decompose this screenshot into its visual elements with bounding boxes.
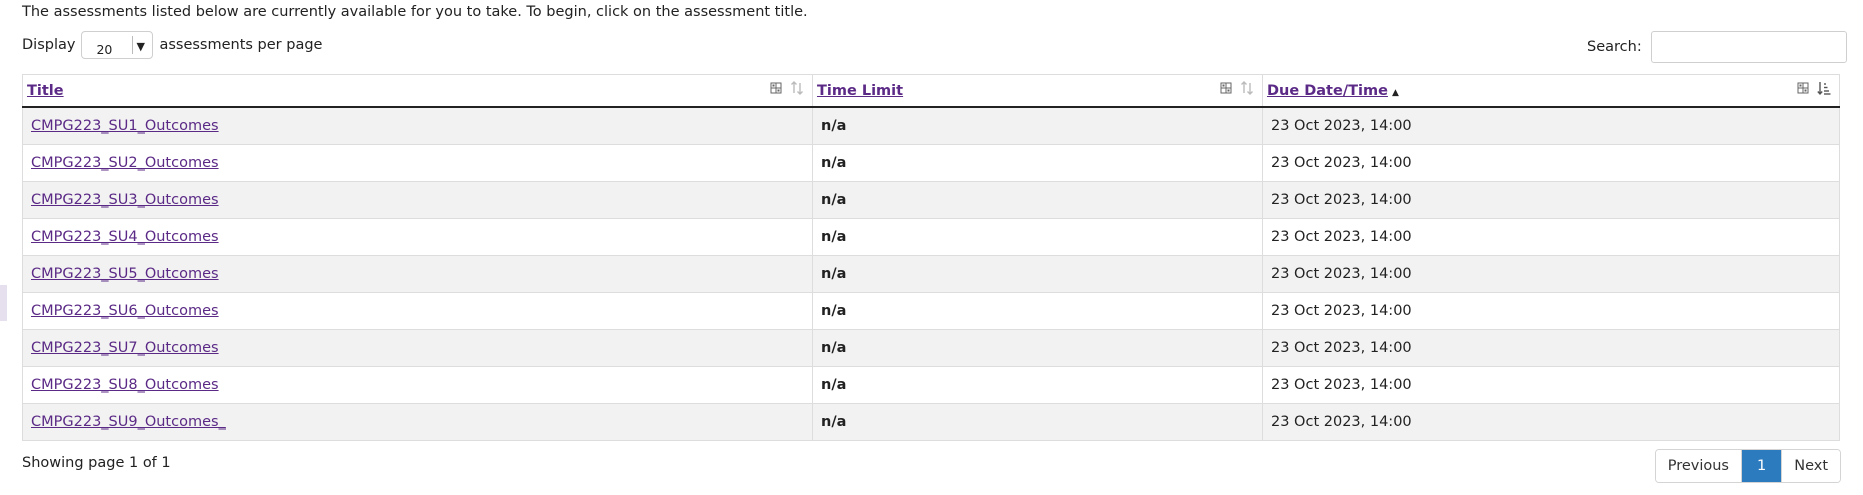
assessments-page: The assessments listed below are current…	[0, 0, 1863, 495]
column-toggle-icon[interactable]	[1220, 80, 1232, 100]
previous-page-button[interactable]: Previous	[1655, 450, 1741, 482]
assessment-title-link[interactable]: CMPG223_SU1_Outcomes	[31, 118, 219, 134]
time-limit-cell: n/a	[812, 366, 1263, 404]
header-icons	[770, 80, 804, 100]
per-page-label: assessments per page	[159, 37, 323, 53]
table-row: CMPG223_SU1_Outcomes n/a 23 Oct 2023, 14…	[22, 106, 1840, 145]
intro-text: The assessments listed below are current…	[22, 4, 808, 20]
search-input[interactable]	[1650, 31, 1847, 63]
column-toggle-icon[interactable]	[1797, 80, 1809, 100]
sort-updown-icon[interactable]	[790, 80, 804, 100]
title-cell: CMPG223_SU4_Outcomes	[22, 218, 813, 256]
time-limit-cell: n/a	[812, 218, 1263, 256]
table-row: CMPG223_SU9_Outcomes_ n/a 23 Oct 2023, 1…	[22, 403, 1840, 441]
due-date-cell: 23 Oct 2023, 14:00	[1262, 403, 1840, 441]
assessment-title-link[interactable]: CMPG223_SU4_Outcomes	[31, 229, 219, 245]
due-date-cell: 23 Oct 2023, 14:00	[1262, 218, 1840, 256]
title-cell: CMPG223_SU1_Outcomes	[22, 106, 813, 145]
table-row: CMPG223_SU4_Outcomes n/a 23 Oct 2023, 14…	[22, 218, 1840, 256]
assessment-title-link[interactable]: CMPG223_SU3_Outcomes	[31, 192, 219, 208]
time-limit-cell: n/a	[812, 329, 1263, 367]
due-date-cell: 23 Oct 2023, 14:00	[1262, 181, 1840, 219]
assessment-title-link[interactable]: CMPG223_SU7_Outcomes	[31, 340, 219, 356]
assessment-title-link[interactable]: CMPG223_SU2_Outcomes	[31, 155, 219, 171]
sort-updown-icon[interactable]	[1240, 80, 1254, 100]
sort-by-due-date-link[interactable]: Due Date/Time	[1267, 83, 1388, 99]
title-cell: CMPG223_SU7_Outcomes	[22, 329, 813, 367]
time-limit-cell: n/a	[812, 255, 1263, 293]
page-1-button[interactable]: 1	[1740, 450, 1783, 482]
table-header-row: Title Time Limit Due Date/Time ▲	[22, 74, 1840, 108]
header-icons	[1220, 80, 1254, 100]
title-cell: CMPG223_SU9_Outcomes_	[22, 403, 813, 441]
page-length-control: Display 20 ▼ assessments per page	[22, 30, 322, 60]
table-row: CMPG223_SU7_Outcomes n/a 23 Oct 2023, 14…	[22, 329, 1840, 367]
sort-by-time-limit-link[interactable]: Time Limit	[817, 83, 903, 99]
sort-ascending-indicator-icon: ▲	[1391, 87, 1399, 98]
time-limit-cell: n/a	[812, 181, 1263, 219]
showing-page-info: Showing page 1 of 1	[22, 455, 171, 471]
table-row: CMPG223_SU2_Outcomes n/a 23 Oct 2023, 14…	[22, 144, 1840, 182]
next-page-button[interactable]: Next	[1782, 450, 1840, 482]
column-header-title[interactable]: Title	[22, 74, 813, 108]
left-edge-marker	[0, 285, 7, 321]
title-cell: CMPG223_SU8_Outcomes	[22, 366, 813, 404]
sort-by-title-link[interactable]: Title	[27, 83, 64, 99]
table-row: CMPG223_SU8_Outcomes n/a 23 Oct 2023, 14…	[22, 366, 1840, 404]
sort-ascending-icon[interactable]	[1817, 80, 1831, 100]
assessment-title-link[interactable]: CMPG223_SU9_Outcomes_	[31, 414, 226, 430]
time-limit-cell: n/a	[812, 106, 1263, 145]
display-label: Display	[22, 37, 76, 53]
due-date-cell: 23 Oct 2023, 14:00	[1262, 255, 1840, 293]
due-date-cell: 23 Oct 2023, 14:00	[1262, 144, 1840, 182]
due-date-cell: 23 Oct 2023, 14:00	[1262, 292, 1840, 330]
table-row: CMPG223_SU6_Outcomes n/a 23 Oct 2023, 14…	[22, 292, 1840, 330]
assessment-title-link[interactable]: CMPG223_SU5_Outcomes	[31, 266, 219, 282]
time-limit-cell: n/a	[812, 403, 1263, 441]
table-row: CMPG223_SU5_Outcomes n/a 23 Oct 2023, 14…	[22, 255, 1840, 293]
time-limit-cell: n/a	[812, 144, 1263, 182]
page-length-select[interactable]: 20 ▼	[81, 31, 154, 59]
title-cell: CMPG223_SU6_Outcomes	[22, 292, 813, 330]
assessments-table: Title Time Limit Due Date/Time ▲ CMPG223…	[22, 74, 1840, 441]
due-date-cell: 23 Oct 2023, 14:00	[1262, 106, 1840, 145]
column-toggle-icon[interactable]	[770, 80, 782, 100]
assessment-title-link[interactable]: CMPG223_SU8_Outcomes	[31, 377, 219, 393]
due-date-cell: 23 Oct 2023, 14:00	[1262, 329, 1840, 367]
pagination: Previous 1 Next	[1654, 449, 1841, 483]
title-cell: CMPG223_SU5_Outcomes	[22, 255, 813, 293]
search-label: Search:	[1587, 39, 1642, 55]
table-row: CMPG223_SU3_Outcomes n/a 23 Oct 2023, 14…	[22, 181, 1840, 219]
page-length-value: 20	[96, 42, 113, 57]
column-header-time-limit[interactable]: Time Limit	[812, 74, 1263, 108]
title-cell: CMPG223_SU3_Outcomes	[22, 181, 813, 219]
assessment-title-link[interactable]: CMPG223_SU6_Outcomes	[31, 303, 219, 319]
search-control: Search:	[1587, 30, 1847, 64]
due-date-cell: 23 Oct 2023, 14:00	[1262, 366, 1840, 404]
header-icons	[1797, 80, 1831, 100]
title-cell: CMPG223_SU2_Outcomes	[22, 144, 813, 182]
caret-down-icon: ▼	[136, 40, 145, 53]
select-divider	[132, 36, 134, 54]
time-limit-cell: n/a	[812, 292, 1263, 330]
column-header-due-date[interactable]: Due Date/Time ▲	[1262, 74, 1840, 108]
